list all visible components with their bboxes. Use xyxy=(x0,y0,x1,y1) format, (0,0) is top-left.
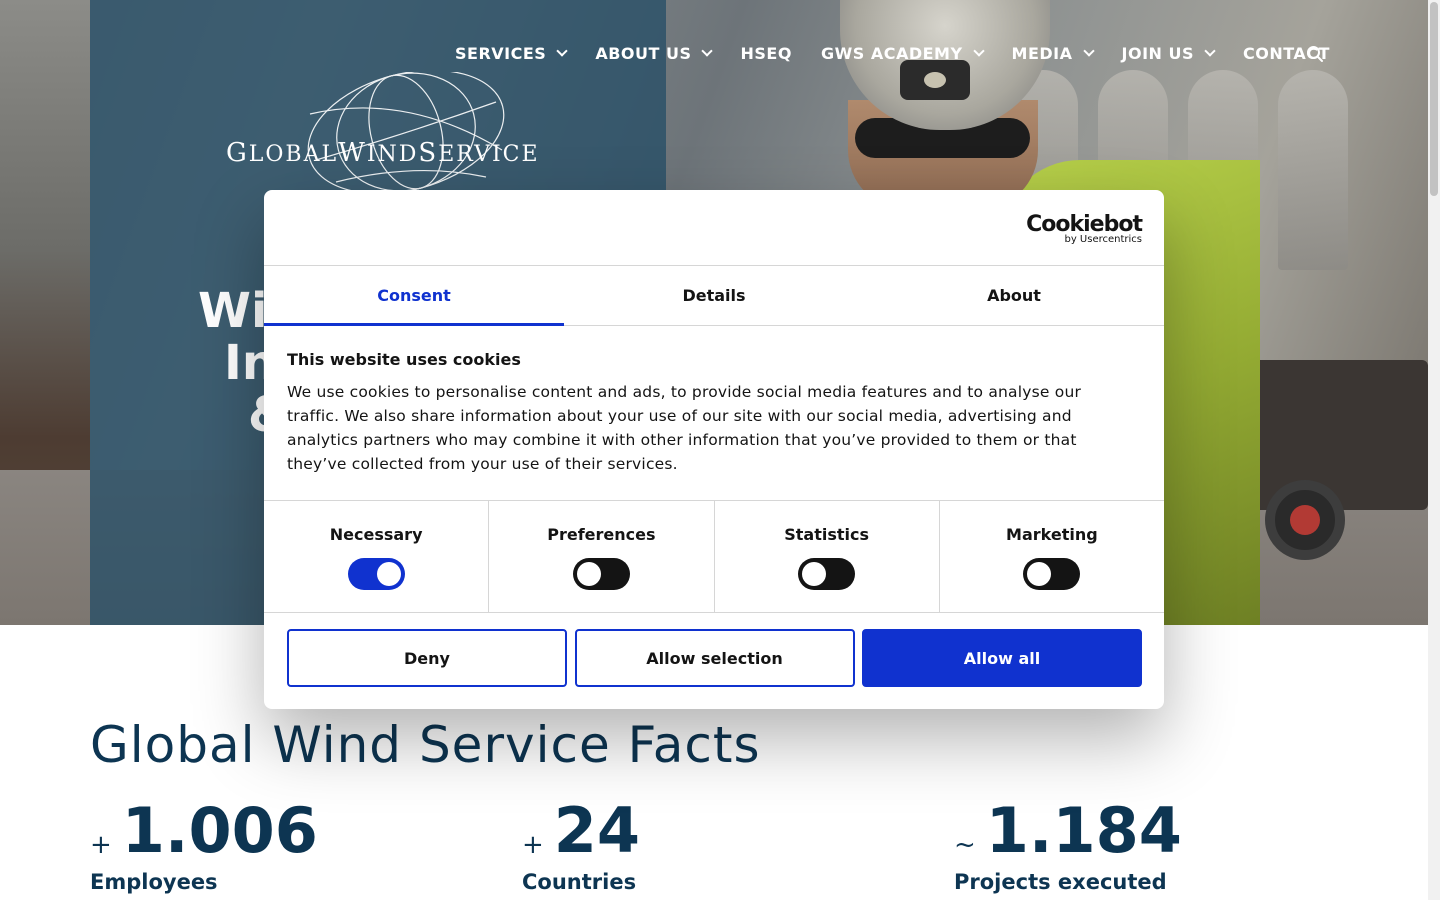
nav-item-about-us[interactable]: ABOUT US xyxy=(595,44,714,63)
fact-value: 24 xyxy=(553,794,641,867)
category-label: Statistics xyxy=(784,525,869,544)
chevron-down-icon xyxy=(1204,44,1216,57)
cookie-consent-dialog: Cookiebot by Usercentrics Consent Detail… xyxy=(264,190,1164,709)
fact-countries: +24 Countries xyxy=(522,794,641,895)
marketing-toggle[interactable] xyxy=(1023,558,1081,590)
fact-value: 1.006 xyxy=(121,794,318,867)
fact-prefix: + xyxy=(522,830,544,860)
category-label: Preferences xyxy=(547,525,656,544)
category-label: Marketing xyxy=(1006,525,1098,544)
toggle-knob xyxy=(1027,562,1052,586)
necessary-toggle[interactable] xyxy=(347,558,405,590)
chevron-down-icon xyxy=(1082,44,1095,57)
statistics-toggle[interactable] xyxy=(798,558,856,590)
fact-projects: ~1.184 Projects executed xyxy=(954,794,1182,895)
dialog-tabs: Consent Details About xyxy=(264,266,1164,326)
fact-value: 1.184 xyxy=(985,794,1182,867)
site-logo[interactable]: GLOBALWINDSERVICE xyxy=(226,72,538,192)
fact-prefix: + xyxy=(90,830,112,860)
allow-all-button[interactable]: Allow all xyxy=(862,629,1142,687)
nav-item-services[interactable]: SERVICES xyxy=(455,44,568,63)
category-label: Necessary xyxy=(329,525,423,544)
category-preferences: Preferences xyxy=(489,501,715,612)
dialog-heading: This website uses cookies xyxy=(287,350,521,369)
dialog-header: Cookiebot by Usercentrics xyxy=(264,190,1164,266)
dialog-buttons: Deny Allow selection Allow all xyxy=(287,629,1142,687)
fact-prefix: ~ xyxy=(954,830,976,860)
search-icon[interactable] xyxy=(1306,45,1324,63)
tab-details[interactable]: Details xyxy=(564,266,864,325)
scrollbar-thumb[interactable] xyxy=(1430,2,1438,196)
category-marketing: Marketing xyxy=(940,501,1164,612)
nav-item-gws-academy[interactable]: GWS ACADEMY xyxy=(821,44,985,63)
category-necessary: Necessary xyxy=(264,501,490,612)
cookiebot-logo[interactable]: Cookiebot by Usercentrics xyxy=(1026,212,1143,245)
chevron-down-icon xyxy=(556,44,568,57)
cookie-categories: Necessary Preferences Statistics Marketi… xyxy=(264,500,1164,613)
page-scrollbar[interactable] xyxy=(1428,0,1440,900)
deny-button[interactable]: Deny xyxy=(287,629,567,687)
fact-label: Countries xyxy=(522,870,637,894)
logo-wordmark: GLOBALWINDSERVICE xyxy=(226,138,540,168)
fact-label: Projects executed xyxy=(954,870,1167,894)
main-nav: SERVICES ABOUT US HSEQ GWS ACADEMY MEDIA… xyxy=(455,42,1359,64)
chevron-down-icon xyxy=(972,44,985,57)
category-statistics: Statistics xyxy=(715,501,940,612)
toggle-knob xyxy=(376,562,401,586)
tab-about[interactable]: About xyxy=(864,266,1164,325)
facts-title: Global Wind Service Facts xyxy=(90,716,761,774)
allow-selection-button[interactable]: Allow selection xyxy=(574,629,855,687)
nav-item-media[interactable]: MEDIA xyxy=(1012,44,1095,63)
nav-item-join-us[interactable]: JOIN US xyxy=(1122,44,1216,63)
tab-consent[interactable]: Consent xyxy=(264,266,564,326)
dialog-description: We use cookies to personalise content an… xyxy=(287,383,1082,473)
toggle-knob xyxy=(802,562,827,586)
preferences-toggle[interactable] xyxy=(572,558,630,590)
globe-icon xyxy=(307,72,505,192)
hero-photo-wheel xyxy=(1265,480,1345,560)
dialog-body: This website uses cookies We use cookies… xyxy=(287,350,1137,476)
nav-item-hseq[interactable]: HSEQ xyxy=(740,44,791,63)
fact-employees: +1.006 Employees xyxy=(90,794,318,895)
fact-label: Employees xyxy=(90,870,218,894)
toggle-knob xyxy=(576,562,601,586)
chevron-down-icon xyxy=(701,44,714,57)
